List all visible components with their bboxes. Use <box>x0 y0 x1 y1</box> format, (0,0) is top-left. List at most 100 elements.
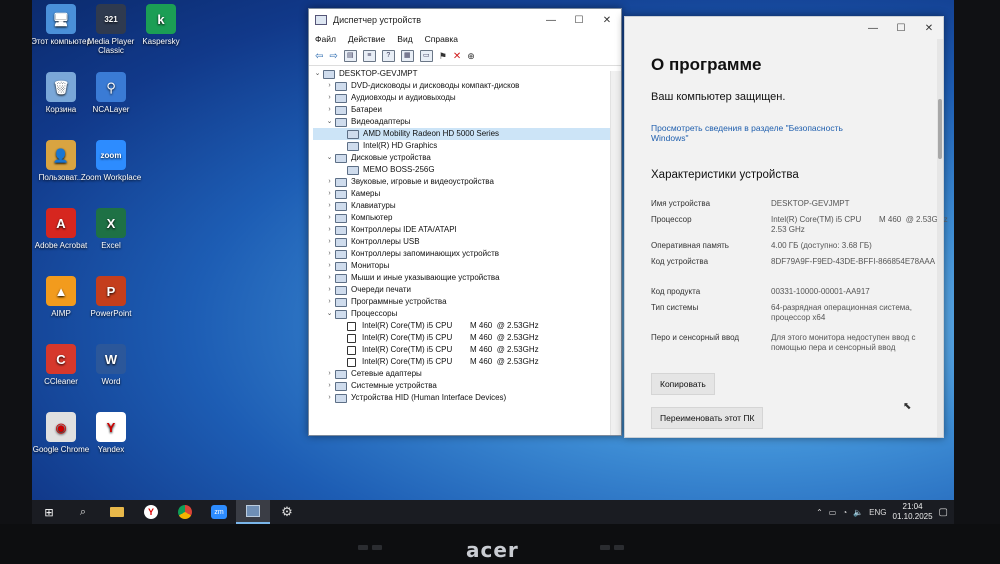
panel-icon[interactable]: ▦ <box>400 50 414 62</box>
chevron-down-icon[interactable]: ⌄ <box>313 68 322 80</box>
tree-node[interactable]: Intel(R) Core(TM) i5 CPU M 460 @ 2.53GHz <box>313 356 621 368</box>
desktop-icon[interactable]: X Excel <box>78 208 144 250</box>
forward-icon[interactable]: ⇨ <box>329 51 337 62</box>
monitor-icon[interactable]: ▭ <box>419 50 433 62</box>
tree-node[interactable]: › Камеры <box>313 188 621 200</box>
tree-node[interactable]: Intel(R) Core(TM) i5 CPU M 460 @ 2.53GHz <box>313 332 621 344</box>
desktop-icon[interactable]: ⚲ NCALayer <box>78 72 144 114</box>
tree-node[interactable]: › Контроллеры USB <box>313 236 621 248</box>
tree-node[interactable]: Intel(R) Core(TM) i5 CPU M 460 @ 2.53GHz <box>313 320 621 332</box>
tree-node[interactable]: Intel(R) HD Graphics <box>313 140 621 152</box>
menu-action[interactable]: Действие <box>348 34 385 44</box>
update-driver-icon[interactable]: ⚑ <box>439 51 447 62</box>
rename-pc-button[interactable]: Переименовать этот ПК <box>651 407 764 429</box>
chevron-right-icon[interactable]: › <box>325 380 334 392</box>
tree-node[interactable]: › Мониторы <box>313 260 621 272</box>
close-icon[interactable]: ✕ <box>593 15 621 26</box>
security-link[interactable]: Просмотреть сведения в разделе "Безопасн… <box>651 123 871 143</box>
tree-node[interactable]: › Сетевые адаптеры <box>313 368 621 380</box>
chevron-right-icon[interactable]: › <box>325 224 334 236</box>
chevron-right-icon[interactable]: › <box>325 176 334 188</box>
minimize-icon[interactable]: — <box>859 23 887 34</box>
tree-node[interactable]: ⌄ Видеоадаптеры <box>313 116 621 128</box>
tree-node[interactable]: AMD Mobility Radeon HD 5000 Series <box>313 128 621 140</box>
tree-node[interactable]: › Системные устройства <box>313 380 621 392</box>
notifications-icon[interactable]: ▢ <box>939 507 948 518</box>
chevron-up-icon[interactable]: ⌃ <box>816 508 823 517</box>
chevron-down-icon[interactable]: ⌄ <box>325 152 334 164</box>
dm-scrollbar[interactable] <box>610 71 621 435</box>
network-icon[interactable]: ◔ <box>842 508 847 517</box>
dm-titlebar[interactable]: Диспетчер устройств — ☐ ✕ <box>309 9 621 31</box>
language-indicator[interactable]: ENG <box>869 508 886 517</box>
file-explorer-icon[interactable] <box>100 500 134 524</box>
chevron-right-icon[interactable]: › <box>325 212 334 224</box>
menu-help[interactable]: Справка <box>425 34 458 44</box>
properties-icon[interactable]: ▤ <box>343 50 357 62</box>
settings-gear-icon[interactable]: ⚙ <box>270 500 304 524</box>
battery-icon[interactable]: ▭ <box>829 508 837 517</box>
start-button[interactable]: ⊞ <box>32 500 66 524</box>
desktop-icon[interactable]: P PowerPoint <box>78 276 144 318</box>
chevron-right-icon[interactable]: › <box>325 80 334 92</box>
about-window[interactable]: — ☐ ✕ О программе Ваш компьютер защищен.… <box>624 16 948 438</box>
device-manager-taskbar-icon[interactable] <box>236 500 270 524</box>
chevron-right-icon[interactable]: › <box>325 92 334 104</box>
chevron-right-icon[interactable]: › <box>325 272 334 284</box>
tree-node[interactable]: Intel(R) Core(TM) i5 CPU M 460 @ 2.53GHz <box>313 344 621 356</box>
tree-node[interactable]: › Программные устройства <box>313 296 621 308</box>
about-titlebar[interactable]: — ☐ ✕ <box>625 17 943 39</box>
device-manager-window[interactable]: Диспетчер устройств — ☐ ✕ Файл Действие … <box>308 8 622 436</box>
desktop-icon[interactable]: W Word <box>78 344 144 386</box>
zoom-taskbar-icon[interactable]: zm <box>202 500 236 524</box>
chevron-right-icon[interactable]: › <box>325 248 334 260</box>
close-icon[interactable]: ✕ <box>915 23 943 34</box>
tree-node[interactable]: › Звуковые, игровые и видеоустройства <box>313 176 621 188</box>
chevron-down-icon[interactable]: ⌄ <box>325 308 334 320</box>
tree-node[interactable]: › Контроллеры запоминающих устройств <box>313 248 621 260</box>
remove-device-icon[interactable]: ✕ <box>453 51 461 62</box>
download-icon[interactable]: ⊕ <box>467 51 475 62</box>
tree-node[interactable]: › Очереди печати <box>313 284 621 296</box>
tree-node[interactable]: › Контроллеры IDE ATA/ATAPI <box>313 224 621 236</box>
volume-icon[interactable]: 🔈 <box>853 508 863 517</box>
chevron-right-icon[interactable]: › <box>325 200 334 212</box>
tree-node[interactable]: › Компьютер <box>313 212 621 224</box>
desktop-icon[interactable]: k Kaspersky <box>128 4 194 46</box>
chevron-down-icon[interactable]: ⌄ <box>325 116 334 128</box>
chrome-taskbar-icon[interactable] <box>168 500 202 524</box>
copy-button[interactable]: Копировать <box>651 373 715 395</box>
menu-file[interactable]: Файл <box>315 34 336 44</box>
list-icon[interactable]: ≡ <box>362 50 376 62</box>
desktop-icon[interactable]: Y Yandex <box>78 412 144 454</box>
maximize-icon[interactable]: ☐ <box>565 15 593 26</box>
tree-node[interactable]: ⌄ Дисковые устройства <box>313 152 621 164</box>
tree-node[interactable]: › Батареи <box>313 104 621 116</box>
chevron-right-icon[interactable]: › <box>325 296 334 308</box>
chevron-right-icon[interactable]: › <box>325 392 334 404</box>
tree-node[interactable]: › Устройства HID (Human Interface Devices… <box>313 392 621 404</box>
maximize-icon[interactable]: ☐ <box>887 23 915 34</box>
search-icon[interactable]: ⌕ <box>66 500 100 524</box>
about-scrollbar[interactable] <box>937 39 943 437</box>
tree-node[interactable]: › Клавиатуры <box>313 200 621 212</box>
chevron-right-icon[interactable]: › <box>325 104 334 116</box>
yandex-taskbar-icon[interactable]: Y <box>134 500 168 524</box>
chevron-right-icon[interactable]: › <box>325 236 334 248</box>
chevron-right-icon[interactable]: › <box>325 284 334 296</box>
tree-node[interactable]: › Мыши и иные указывающие устройства <box>313 272 621 284</box>
back-icon[interactable]: ⇦ <box>315 51 323 62</box>
chevron-right-icon[interactable]: › <box>325 368 334 380</box>
tree-node[interactable]: › Аудиовходы и аудиовыходы <box>313 92 621 104</box>
tree-node[interactable]: ⌄ DESKTOP-GEVJMPT <box>313 68 621 80</box>
tree-node[interactable]: › DVD-дисководы и дисководы компакт-диско… <box>313 80 621 92</box>
chevron-right-icon[interactable]: › <box>325 260 334 272</box>
help-icon[interactable]: ? <box>381 50 395 62</box>
tree-node[interactable]: ⌄ Процессоры <box>313 308 621 320</box>
clock[interactable]: 21:04 01.10.2025 <box>893 502 933 522</box>
chevron-right-icon[interactable]: › <box>325 188 334 200</box>
menu-view[interactable]: Вид <box>397 34 412 44</box>
desktop-icon[interactable]: zoom Zoom Workplace <box>78 140 144 182</box>
tree-node[interactable]: MEMO BOSS-256G <box>313 164 621 176</box>
minimize-icon[interactable]: — <box>537 15 565 26</box>
